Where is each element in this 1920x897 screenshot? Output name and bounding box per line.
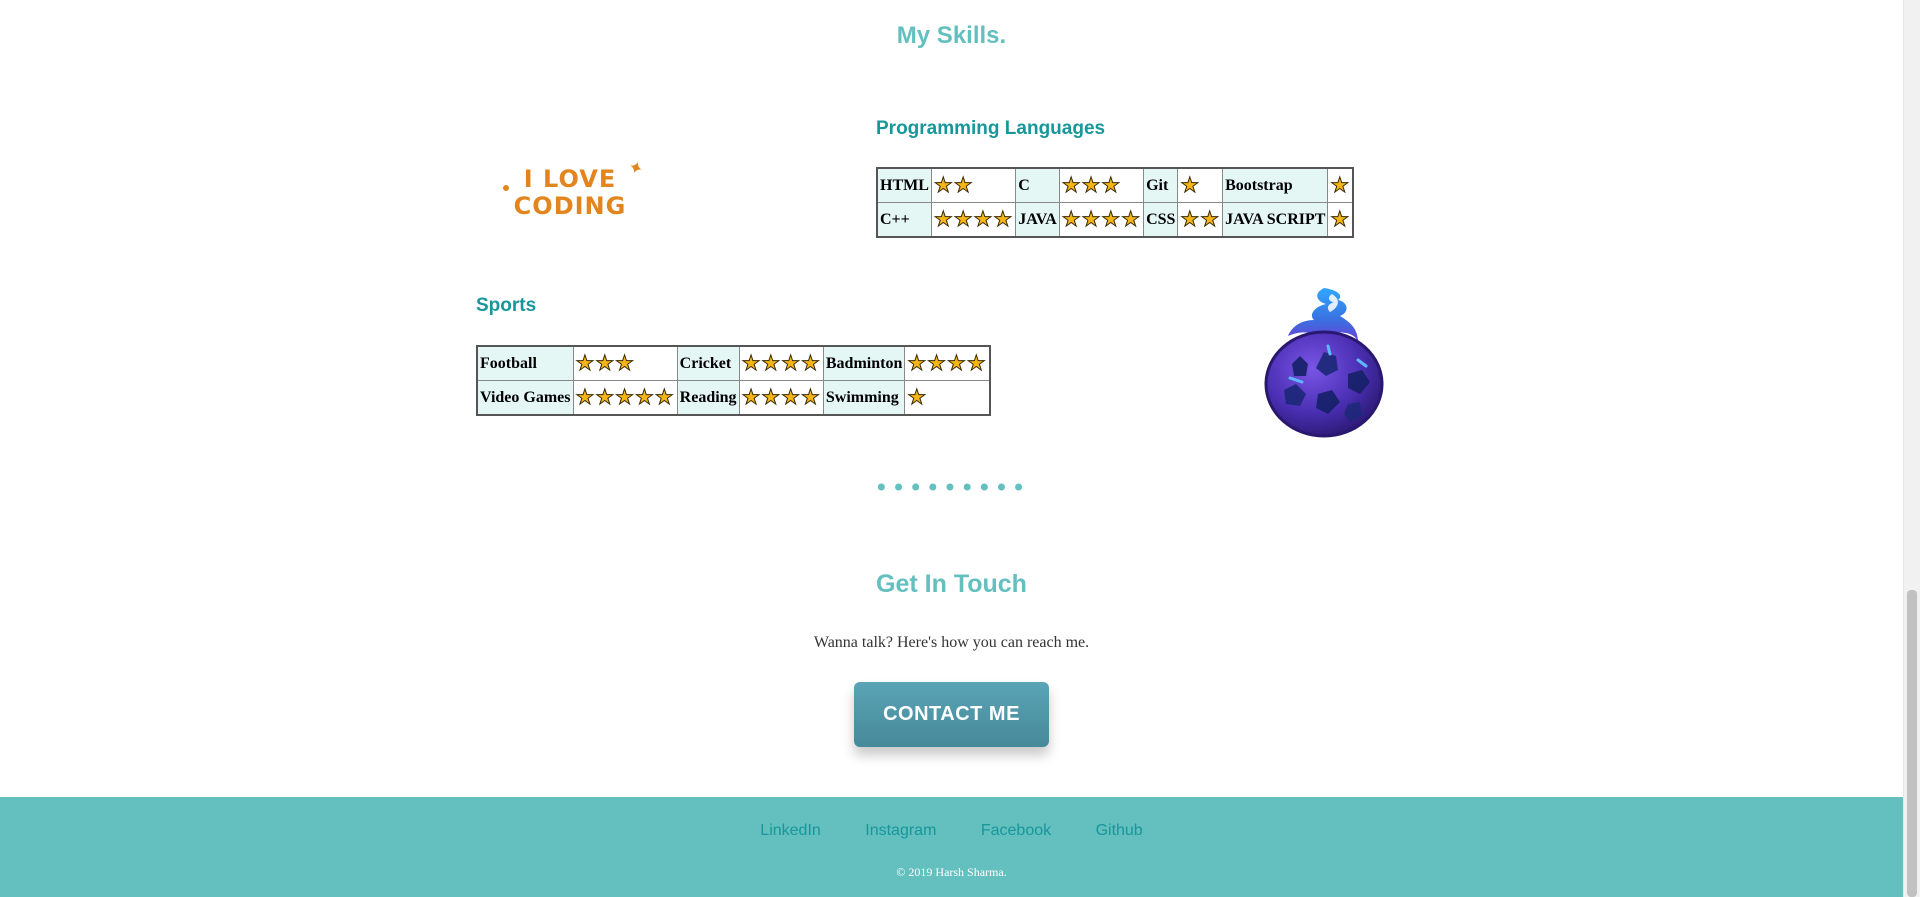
sports-title: Sports bbox=[476, 295, 537, 316]
programming-languages-title: Programming Languages bbox=[876, 118, 1106, 139]
sparkle-icon: ✦ bbox=[624, 156, 647, 181]
page: My Skills. I LOVE CODING ✦ Programming L… bbox=[0, 0, 1903, 897]
logo-text-line1: I LOVE bbox=[523, 165, 617, 193]
skill-rating: ★★★★★ bbox=[572, 380, 678, 416]
copyright: © 2019 Harsh Sharma. bbox=[896, 865, 1007, 879]
star-icon: ★ bbox=[973, 206, 993, 231]
get-in-touch-text: Wanna talk? Here's how you can reach me. bbox=[813, 634, 1090, 651]
star-icon: ★ bbox=[953, 172, 973, 197]
section-separator: ••••••••• bbox=[874, 474, 1029, 502]
star-icon: ★ bbox=[595, 384, 615, 409]
skill-rating: ★★ bbox=[1177, 202, 1224, 238]
star-icon: ★ bbox=[635, 384, 655, 409]
skill-name: C++ bbox=[876, 202, 932, 238]
sports-row: Football ★★★ Cricket ★★★★ Badminton ★★★★ bbox=[476, 345, 991, 381]
skill-rating: ★★ bbox=[930, 167, 1017, 203]
footer-link-github[interactable]: Github bbox=[1096, 822, 1143, 839]
star-icon: ★ bbox=[953, 206, 973, 231]
skill-rating: ★★★★ bbox=[904, 345, 991, 381]
star-icon: ★ bbox=[1101, 206, 1121, 231]
i-love-coding-logo: I LOVE CODING ✦ bbox=[500, 156, 650, 220]
star-icon: ★ bbox=[801, 350, 821, 375]
star-icon: ★ bbox=[1061, 206, 1081, 231]
skill-rating: ★ bbox=[1177, 167, 1224, 203]
star-icon: ★ bbox=[761, 350, 781, 375]
footer-link-linkedin[interactable]: LinkedIn bbox=[760, 822, 821, 839]
scrollbar-thumb[interactable] bbox=[1907, 590, 1917, 897]
star-icon: ★ bbox=[741, 384, 761, 409]
get-in-touch-title: Get In Touch bbox=[876, 570, 1027, 598]
star-icon: ★ bbox=[615, 350, 635, 375]
sports-row: Video Games ★★★★★ Reading ★★★★ Swimming ★ bbox=[476, 380, 991, 416]
skill-rating: ★ bbox=[904, 380, 991, 416]
footer-links: LinkedIn Instagram Facebook Github bbox=[0, 822, 1903, 840]
skill-name: Video Games bbox=[476, 380, 574, 416]
star-icon: ★ bbox=[761, 384, 781, 409]
skill-rating: ★ bbox=[1327, 167, 1354, 203]
star-icon: ★ bbox=[1081, 206, 1101, 231]
skill-name: JAVA SCRIPT bbox=[1222, 202, 1329, 238]
skills-title: My Skills. bbox=[896, 22, 1007, 49]
star-icon: ★ bbox=[1180, 172, 1200, 197]
star-icon: ★ bbox=[1330, 172, 1350, 197]
skill-rating: ★★★★ bbox=[930, 202, 1017, 238]
sports-table: Football ★★★ Cricket ★★★★ Badminton ★★★★ Video… bbox=[476, 345, 991, 416]
skill-name: Football bbox=[476, 345, 574, 381]
skill-name: HTML bbox=[876, 167, 932, 203]
star-icon: ★ bbox=[966, 350, 986, 375]
star-icon: ★ bbox=[1121, 206, 1141, 231]
skill-name: Git bbox=[1143, 167, 1179, 203]
star-icon: ★ bbox=[801, 384, 821, 409]
skill-name: Badminton bbox=[822, 345, 906, 381]
skill-name: Reading bbox=[676, 380, 740, 416]
logo-text-line2: CODING bbox=[513, 192, 627, 220]
skill-name: Swimming bbox=[822, 380, 906, 416]
star-icon: ★ bbox=[615, 384, 635, 409]
star-icon: ★ bbox=[933, 206, 953, 231]
star-icon: ★ bbox=[781, 384, 801, 409]
star-icon: ★ bbox=[1081, 172, 1101, 197]
vertical-scrollbar[interactable] bbox=[1903, 0, 1920, 897]
star-icon: ★ bbox=[1180, 206, 1200, 231]
star-icon: ★ bbox=[927, 350, 947, 375]
footer-link-instagram[interactable]: Instagram bbox=[865, 822, 936, 839]
star-icon: ★ bbox=[1330, 206, 1350, 231]
star-icon: ★ bbox=[947, 350, 967, 375]
skill-name: C bbox=[1015, 167, 1060, 203]
skill-rating: ★★★★ bbox=[738, 345, 824, 381]
star-icon: ★ bbox=[781, 350, 801, 375]
skill-rating: ★★★ bbox=[1058, 167, 1145, 203]
skill-rating: ★★★★ bbox=[1058, 202, 1145, 238]
footer-link-facebook[interactable]: Facebook bbox=[981, 822, 1051, 839]
star-icon: ★ bbox=[1061, 172, 1081, 197]
skill-name: CSS bbox=[1143, 202, 1179, 238]
programming-row: HTML ★★ C ★★★ Git ★ Bootstrap ★ bbox=[876, 167, 1354, 203]
skill-rating: ★★★★ bbox=[738, 380, 824, 416]
star-icon: ★ bbox=[907, 384, 927, 409]
skill-rating: ★★★ bbox=[572, 345, 678, 381]
footer: LinkedIn Instagram Facebook Github © 201… bbox=[0, 797, 1903, 897]
star-icon: ★ bbox=[575, 350, 595, 375]
skill-name: Bootstrap bbox=[1222, 167, 1329, 203]
star-icon: ★ bbox=[654, 384, 674, 409]
star-icon: ★ bbox=[993, 206, 1013, 231]
programming-row: C++ ★★★★ JAVA ★★★★ CSS ★★ JAVA SCRIPT ★ bbox=[876, 202, 1354, 238]
star-icon: ★ bbox=[933, 172, 953, 197]
skill-name: Cricket bbox=[676, 345, 740, 381]
star-icon: ★ bbox=[1101, 172, 1121, 197]
programming-languages-table: HTML ★★ C ★★★ Git ★ Bootstrap ★ C++ ★★★★ JAVA ★★★★ C… bbox=[876, 167, 1355, 238]
skill-rating: ★ bbox=[1327, 202, 1354, 238]
star-icon: ★ bbox=[595, 350, 615, 375]
contact-me-button[interactable]: CONTACT ME bbox=[854, 682, 1049, 747]
star-icon: ★ bbox=[575, 384, 595, 409]
skill-name: JAVA bbox=[1015, 202, 1060, 238]
star-icon: ★ bbox=[907, 350, 927, 375]
star-icon: ★ bbox=[741, 350, 761, 375]
logo-dot bbox=[503, 185, 509, 191]
flaming-ball-icon bbox=[1264, 288, 1384, 438]
logo-text: I LOVE CODING bbox=[510, 166, 630, 220]
star-icon: ★ bbox=[1200, 206, 1220, 231]
